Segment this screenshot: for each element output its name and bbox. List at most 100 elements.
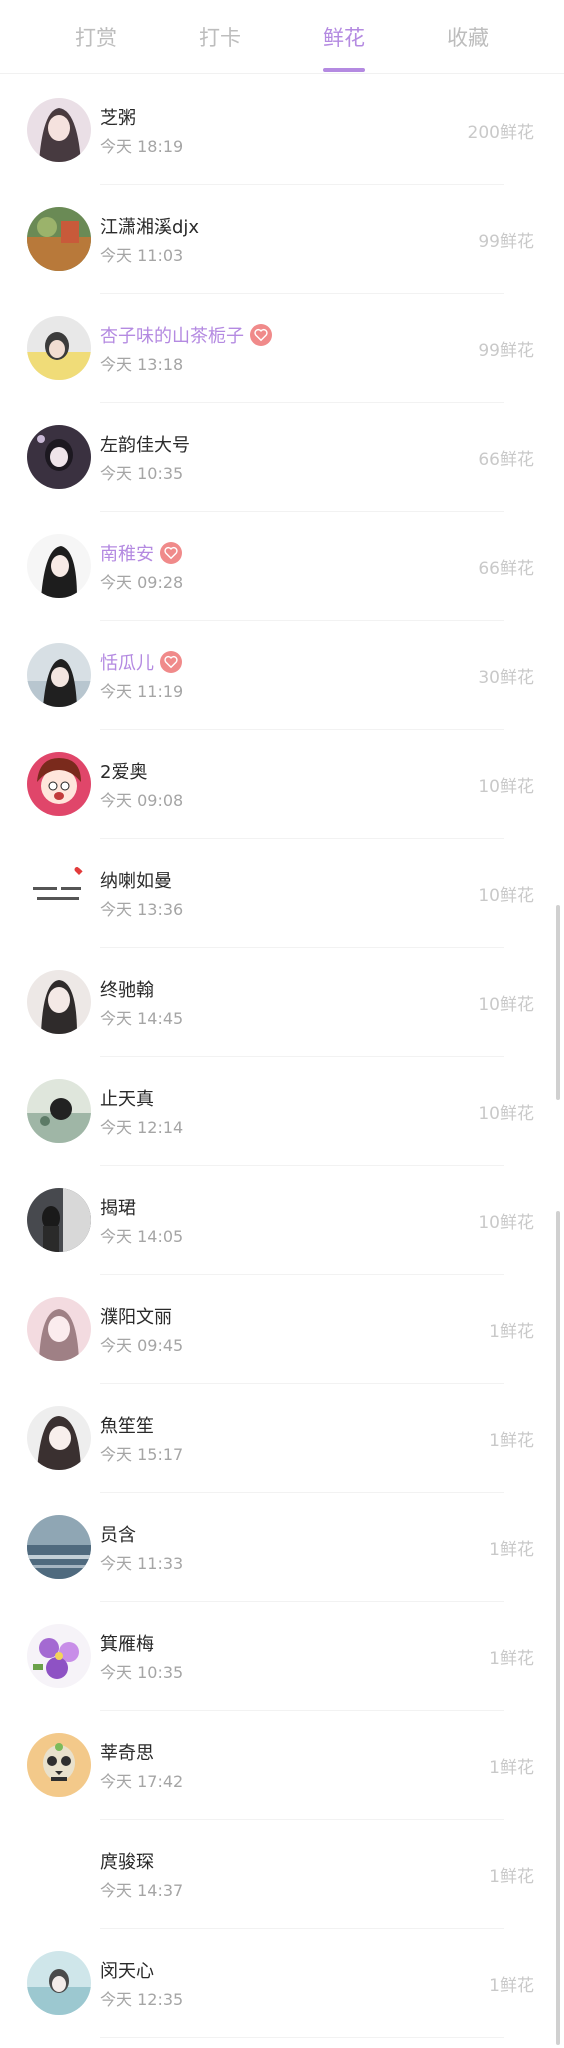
avatar[interactable]: [27, 1842, 91, 1906]
avatar[interactable]: [27, 861, 91, 925]
name-line: 闵天心: [100, 1957, 154, 1983]
user-name[interactable]: 魚笙笙: [100, 1412, 154, 1438]
user-name[interactable]: 江潇湘溪djx: [100, 213, 199, 239]
user-name[interactable]: 濮阳文丽: [100, 1303, 172, 1329]
name-line: 揭珺: [100, 1194, 136, 1220]
avatar[interactable]: [27, 970, 91, 1034]
list-item[interactable]: 庹骏琛今天 14:37 1鲜花: [0, 1820, 564, 1929]
flower-count: 200鲜花: [467, 123, 534, 143]
gift-time: 今天 11:33: [100, 1554, 184, 1573]
tab-reward[interactable]: 打赏: [52, 22, 140, 52]
avatar[interactable]: [27, 1515, 91, 1579]
gift-time: 今天 14:45: [100, 1009, 184, 1028]
flower-count: 1鲜花: [489, 1867, 534, 1887]
scrollbar[interactable]: [556, 905, 560, 2045]
list-item[interactable]: 闵天心今天 12:35 1鲜花: [0, 1929, 564, 2038]
avatar[interactable]: [27, 1297, 91, 1361]
name-line: 员含: [100, 1521, 136, 1547]
list-item[interactable]: 江潇湘溪djx 今天 11:03 99鲜花: [0, 185, 564, 294]
gift-time: 今天 12:14: [100, 1118, 184, 1137]
tab-checkin[interactable]: 打卡: [176, 22, 264, 52]
list-item[interactable]: 南稚安 今天 09:28 66鲜花: [0, 512, 564, 621]
tab-favorites[interactable]: 收藏: [424, 22, 512, 52]
user-name[interactable]: 芝粥: [100, 104, 136, 130]
scrollbar-thumb[interactable]: [556, 905, 560, 1100]
gift-time: 今天 13:18: [100, 355, 184, 374]
gift-time: 今天 10:35: [100, 1663, 184, 1682]
list-item[interactable]: 员含今天 11:33 1鲜花: [0, 1493, 564, 1602]
avatar[interactable]: [27, 752, 91, 816]
flower-count: 66鲜花: [478, 559, 534, 579]
flower-count: 1鲜花: [489, 1976, 534, 1996]
avatar[interactable]: [27, 1079, 91, 1143]
list-item[interactable]: 魚笙笙 今天 15:17 1鲜花: [0, 1384, 564, 1493]
heart-badge-icon: [160, 651, 182, 673]
gift-time: 今天 14:37: [100, 1881, 184, 1900]
list-item[interactable]: 杏子味的山茶栀子今天 13:18 99鲜花: [0, 294, 564, 403]
list-item[interactable]: 莘奇思 今天 17:42 1鲜花: [0, 1711, 564, 1820]
user-name[interactable]: 南稚安: [100, 540, 154, 566]
gift-time: 今天 12:35: [100, 1990, 184, 2009]
user-name[interactable]: 揭珺: [100, 1194, 136, 1220]
gift-time: 今天 14:05: [100, 1227, 184, 1246]
avatar[interactable]: [27, 1733, 91, 1797]
user-name[interactable]: 左韵佳大号: [100, 431, 190, 457]
gift-time: 今天 10:35: [100, 464, 184, 483]
user-name[interactable]: 庹骏琛: [100, 1848, 154, 1874]
gift-time: 今天 09:08: [100, 791, 184, 810]
name-line: 2爱奥: [100, 758, 147, 784]
name-line: 江潇湘溪djx: [100, 213, 199, 239]
avatar[interactable]: [27, 207, 91, 271]
user-name[interactable]: 闵天心: [100, 1957, 154, 1983]
flower-count: 99鲜花: [478, 341, 534, 361]
active-tab-indicator: [323, 67, 365, 72]
user-name[interactable]: 员含: [100, 1521, 136, 1547]
tab-bar: 打赏 打卡 鲜花 收藏: [0, 0, 564, 74]
user-name[interactable]: 莘奇思: [100, 1739, 154, 1765]
avatar[interactable]: [27, 1188, 91, 1252]
avatar[interactable]: [27, 1951, 91, 2015]
list-item[interactable]: 芝粥今天 18:19 200鲜花: [0, 76, 564, 185]
user-name[interactable]: 恬瓜儿: [100, 649, 154, 675]
name-line: 南稚安: [100, 540, 182, 566]
name-line: 莘奇思: [100, 1739, 154, 1765]
name-line: 庹骏琛: [100, 1848, 154, 1874]
gift-time: 今天 11:03: [100, 246, 184, 265]
heart-badge-icon: [160, 542, 182, 564]
name-line: 魚笙笙: [100, 1412, 154, 1438]
list-item[interactable]: 纳喇如曼 今天 13:36 10鲜花: [0, 839, 564, 948]
avatar[interactable]: [27, 1624, 91, 1688]
name-line: 左韵佳大号: [100, 431, 190, 457]
name-line: 芝粥: [100, 104, 136, 130]
list-item[interactable]: 止天真 今天 12:14 10鲜花: [0, 1057, 564, 1166]
list-item[interactable]: 2爱奥 今天 09:08 10鲜花: [0, 730, 564, 839]
user-name[interactable]: 纳喇如曼: [100, 867, 172, 893]
list-item[interactable]: 左韵佳大号 今天 10:35 66鲜花: [0, 403, 564, 512]
avatar[interactable]: [27, 534, 91, 598]
list-item[interactable]: 揭珺今天 14:05 10鲜花: [0, 1166, 564, 1275]
name-line: 纳喇如曼: [100, 867, 172, 893]
user-name[interactable]: 终驰翰: [100, 976, 154, 1002]
name-line: 箕雁梅: [100, 1630, 154, 1656]
user-name[interactable]: 止天真: [100, 1085, 154, 1111]
avatar[interactable]: [27, 316, 91, 380]
flower-count: 10鲜花: [478, 1213, 534, 1233]
flower-gift-list: 芝粥 今天 18:19 200鲜花 江潇湘溪djx 今天 11:03 99鲜花 杏子味的山茶…: [0, 76, 564, 2038]
user-name[interactable]: 杏子味的山茶栀子: [100, 322, 244, 348]
user-name[interactable]: 箕雁梅: [100, 1630, 154, 1656]
tab-flowers[interactable]: 鲜花: [300, 22, 388, 72]
avatar[interactable]: [27, 425, 91, 489]
list-item[interactable]: 箕雁梅 今天 10:35 1鲜花: [0, 1602, 564, 1711]
flower-count: 99鲜花: [478, 232, 534, 252]
flower-count: 1鲜花: [489, 1758, 534, 1778]
flower-count: 1鲜花: [489, 1540, 534, 1560]
list-item[interactable]: 终驰翰 今天 14:45 10鲜花: [0, 948, 564, 1057]
avatar[interactable]: [27, 98, 91, 162]
list-item[interactable]: 恬瓜儿 今天 11:19 30鲜花: [0, 621, 564, 730]
avatar[interactable]: [27, 643, 91, 707]
user-name[interactable]: 2爱奥: [100, 758, 147, 784]
list-item[interactable]: 濮阳文丽 今天 09:45 1鲜花: [0, 1275, 564, 1384]
avatar[interactable]: [27, 1406, 91, 1470]
gift-time: 今天 18:19: [100, 137, 184, 156]
scrollbar-thumb[interactable]: [556, 1211, 560, 2045]
